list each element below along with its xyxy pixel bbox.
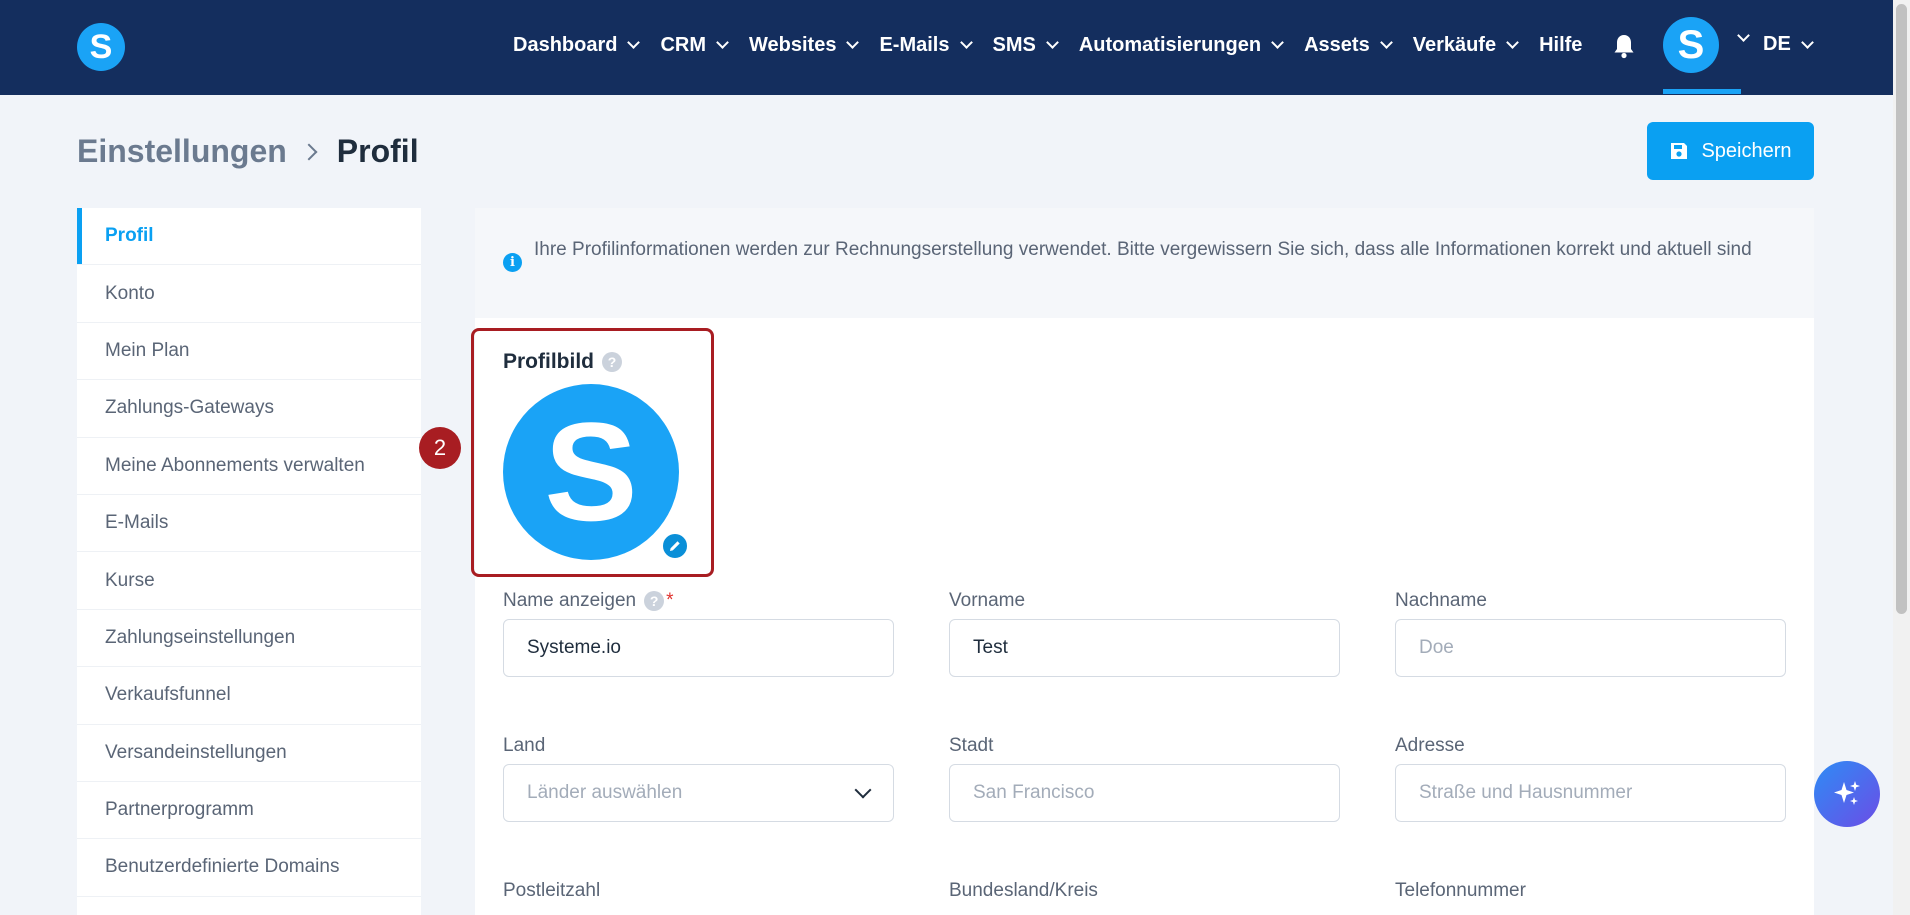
country-select[interactable]: Länder auswählen bbox=[503, 764, 894, 822]
sparkle-icon bbox=[1834, 781, 1860, 805]
sidebar-item-emails[interactable]: E-Mails bbox=[77, 495, 421, 553]
chevron-down-icon bbox=[959, 36, 973, 49]
chevron-down-icon[interactable] bbox=[1737, 29, 1750, 42]
sidebar-item-plan[interactable]: Mein Plan bbox=[77, 323, 421, 381]
chevron-down-icon bbox=[1045, 36, 1059, 49]
chevron-down-icon bbox=[1800, 35, 1814, 49]
last-name-label: Nachname bbox=[1395, 590, 1487, 611]
country-placeholder: Länder auswählen bbox=[527, 782, 683, 803]
city-label: Stadt bbox=[949, 735, 994, 756]
sidebar-item-payment-settings[interactable]: Zahlungseinstellungen bbox=[77, 610, 421, 668]
sidebar-item-affiliate[interactable]: Partnerprogramm bbox=[77, 782, 421, 840]
edit-pencil-icon[interactable] bbox=[661, 532, 689, 560]
nav-label: Assets bbox=[1304, 33, 1370, 56]
chevron-right-icon bbox=[300, 143, 318, 160]
chevron-down-icon bbox=[1506, 36, 1519, 49]
chevron-down-icon bbox=[1271, 36, 1284, 49]
chevron-down-icon bbox=[846, 36, 860, 49]
nav-label: E-Mails bbox=[879, 33, 950, 56]
help-icon[interactable]: ? bbox=[644, 591, 665, 611]
nav-automations[interactable]: Automatisierungen bbox=[1078, 33, 1284, 57]
address-label: Adresse bbox=[1395, 735, 1465, 756]
postal-code-label: Postleitzahl bbox=[503, 880, 601, 901]
nav-websites[interactable]: Websites bbox=[749, 33, 860, 57]
chevron-down-icon bbox=[716, 36, 729, 49]
save-button[interactable]: Speichern bbox=[1647, 122, 1814, 180]
save-label: Speichern bbox=[1701, 139, 1792, 162]
nav-label: Automatisierungen bbox=[1078, 33, 1262, 56]
breadcrumb: Einstellungen Profil bbox=[77, 133, 419, 170]
info-text: Ihre Profilinformationen werden zur Rech… bbox=[534, 239, 1752, 260]
sidebar-item-payment-gateways[interactable]: Zahlungs-Gateways bbox=[77, 380, 421, 438]
nav-emails[interactable]: E-Mails bbox=[879, 33, 973, 57]
sidebar-item-profile[interactable]: Profil bbox=[77, 208, 421, 266]
info-icon: i bbox=[503, 253, 522, 272]
nav-label: Verkäufe bbox=[1412, 33, 1497, 56]
profile-picture[interactable]: S bbox=[503, 384, 679, 560]
country-label: Land bbox=[503, 735, 546, 756]
phone-label: Telefonnummer bbox=[1395, 880, 1526, 901]
logo[interactable]: S bbox=[77, 23, 125, 71]
info-banner: i Ihre Profilinformationen werden zur Re… bbox=[475, 208, 1814, 318]
sidebar-item-custom-domains[interactable]: Benutzerdefinierte Domains bbox=[77, 839, 421, 897]
main-nav: Dashboard CRM Websites E-Mails SMS Autom… bbox=[513, 28, 1604, 62]
city-input[interactable]: San Francisco bbox=[949, 764, 1340, 822]
profile-picture-label: Profilbild ? bbox=[503, 350, 622, 374]
nav-sales[interactable]: Verkäufe bbox=[1412, 33, 1519, 57]
step-badge: 2 bbox=[419, 427, 461, 469]
sidebar-item-sales-funnels[interactable]: Verkaufsfunnel bbox=[77, 667, 421, 725]
nav-label: Dashboard bbox=[513, 33, 618, 56]
sidebar-item-subscriptions[interactable]: Meine Abonnements verwalten bbox=[77, 438, 421, 495]
top-navigation-bar: S Dashboard CRM Websites E-Mails SMS Aut… bbox=[0, 0, 1893, 95]
sidebar-item-courses[interactable]: Kurse bbox=[77, 552, 421, 610]
profile-picture-title: Profilbild bbox=[503, 350, 594, 373]
nav-help[interactable]: Hilfe bbox=[1539, 34, 1582, 57]
sidebar-item-shipping[interactable]: Versandeinstellungen bbox=[77, 725, 421, 782]
first-name-input[interactable]: Test bbox=[949, 619, 1340, 677]
settings-sidebar: Profil Konto Mein Plan Zahlungs-Gateways… bbox=[77, 208, 421, 915]
ai-assistant-button[interactable] bbox=[1814, 761, 1880, 827]
help-icon[interactable]: ? bbox=[602, 352, 622, 372]
pencil-icon bbox=[670, 541, 680, 551]
first-name-label: Vorname bbox=[949, 590, 1026, 611]
language-label: DE bbox=[1763, 33, 1791, 55]
active-indicator bbox=[1663, 89, 1741, 94]
chevron-down-icon bbox=[627, 36, 641, 49]
display-name-label-text: Name anzeigen bbox=[503, 590, 637, 611]
nav-crm[interactable]: CRM bbox=[660, 33, 729, 57]
nav-label: Websites bbox=[749, 33, 837, 56]
nav-label: Hilfe bbox=[1539, 33, 1583, 56]
nav-assets[interactable]: Assets bbox=[1304, 33, 1393, 57]
scrollbar-thumb[interactable] bbox=[1896, 4, 1907, 614]
nav-sms[interactable]: SMS bbox=[992, 33, 1059, 57]
bell-icon[interactable] bbox=[1612, 33, 1636, 59]
chevron-down-icon bbox=[1379, 36, 1393, 49]
display-name-input[interactable]: Systeme.io bbox=[503, 619, 894, 677]
required-mark: * bbox=[666, 590, 674, 611]
nav-dashboard[interactable]: Dashboard bbox=[513, 33, 641, 57]
nav-label: SMS bbox=[992, 33, 1036, 56]
save-icon bbox=[1671, 143, 1688, 159]
breadcrumb-parent[interactable]: Einstellungen bbox=[77, 133, 287, 170]
sidebar-item-account[interactable]: Konto bbox=[77, 265, 421, 323]
address-input[interactable]: Straße und Hausnummer bbox=[1395, 764, 1786, 822]
nav-label: CRM bbox=[660, 33, 707, 56]
chevron-down-icon bbox=[854, 781, 872, 799]
state-label: Bundesland/Kreis bbox=[949, 880, 1098, 901]
page-title: Profil bbox=[336, 133, 419, 169]
display-name-label: Name anzeigen ? * bbox=[503, 590, 674, 612]
user-avatar[interactable]: S bbox=[1663, 17, 1719, 73]
last-name-input[interactable]: Doe bbox=[1395, 619, 1786, 677]
language-selector[interactable]: DE bbox=[1763, 33, 1814, 56]
